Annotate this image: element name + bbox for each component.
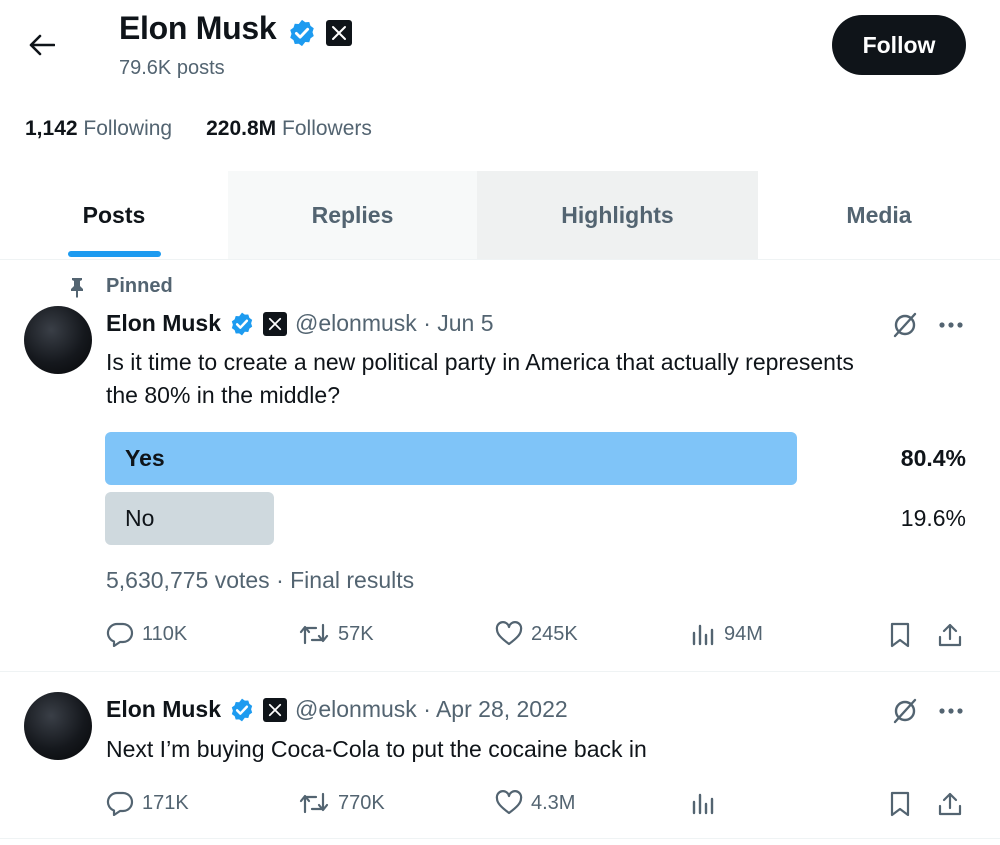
x-affiliation-icon [326,20,352,46]
pinned-label: Pinned [106,275,173,297]
grok-icon[interactable] [888,694,922,728]
share-icon [938,792,962,816]
post-divider [0,671,1000,672]
profile-badges [287,18,352,48]
x-affiliation-icon [263,311,288,336]
repost-count: 57K [338,622,374,645]
repost-icon [299,792,329,814]
like-count: 245K [531,622,578,645]
post-header: Elon Musk @elonmusk · Jun 5 [106,310,494,337]
more-options-icon[interactable] [934,694,968,728]
post-text-line: the 80% in the middle? [106,382,340,408]
post-divider [0,838,1000,839]
post-handle-date[interactable]: @elonmusk · Jun 5 [295,310,494,337]
avatar[interactable] [24,692,92,760]
post-text: Next I’m buying Coca-Cola to put the coc… [106,736,647,762]
poll-option-percent: 19.6% [900,505,966,531]
view-count: 94M [724,622,763,645]
views-chart-icon [692,793,714,815]
repost-icon [299,623,329,645]
more-options-icon[interactable] [934,308,968,342]
back-button[interactable] [22,28,62,62]
x-affiliation-icon [263,697,288,722]
bookmark-icon [890,622,910,648]
reply-count: 171K [142,791,189,814]
share-button[interactable] [936,789,964,819]
heart-icon [495,790,523,815]
followers-count: 220.8M [206,117,277,140]
poll-option-label: No [125,505,155,531]
reply-button[interactable]: 110K [106,621,187,647]
views-button[interactable]: 94M [690,621,763,647]
tab-replies[interactable]: Replies [228,171,477,259]
bookmark-icon [890,791,910,817]
tab-media[interactable]: Media [758,171,1000,259]
bookmark-button[interactable] [886,789,914,819]
tab-highlights[interactable]: Highlights [477,171,758,259]
post-author-name[interactable]: Elon Musk [106,310,221,337]
post-author-name[interactable]: Elon Musk [106,696,221,723]
post-handle-date[interactable]: @elonmusk · Apr 28, 2022 [295,696,568,723]
bookmark-button[interactable] [886,620,914,650]
profile-name: Elon Musk [119,10,277,46]
followers-label: Followers [282,117,372,140]
post-text-line: Is it time to create a new political par… [106,349,854,375]
repost-button[interactable]: 770K [298,790,385,816]
reply-icon [106,791,134,816]
poll-option-bar-yes [105,432,797,485]
share-icon [938,623,962,647]
like-count: 4.3M [531,791,576,814]
following-link[interactable]: 1,142 Following [25,117,172,141]
pin-icon [66,276,88,303]
following-count: 1,142 [25,117,78,140]
active-tab-indicator [68,251,161,257]
post-text: Is it time to create a new political par… [106,346,854,412]
tabs-divider [0,259,1000,260]
follow-stats: 1,142 Following 220.8M Followers [25,117,372,141]
post-count: 79.6K posts [119,57,225,79]
reply-count: 110K [142,622,188,645]
reply-button[interactable]: 171K [106,790,189,816]
share-button[interactable] [936,620,964,650]
poll-footer: 5,630,775 votes · Final results [106,567,415,593]
grok-icon[interactable] [888,308,922,342]
verified-badge-icon [231,312,253,335]
repost-count: 770K [338,791,385,814]
arrow-left-icon [29,34,55,56]
following-label: Following [83,117,173,140]
poll-option-label: Yes [125,445,165,471]
verified-badge-icon [290,19,314,47]
avatar[interactable] [24,306,92,374]
followers-link[interactable]: 220.8M Followers [206,117,372,141]
reply-icon [106,622,134,647]
repost-button[interactable]: 57K [298,621,374,647]
views-button[interactable] [690,790,724,816]
verified-badge-icon [231,698,253,721]
follow-button[interactable]: Follow [832,15,966,75]
post-header: Elon Musk @elonmusk · Apr 28, 2022 [106,696,568,723]
poll-option-percent: 80.4% [900,445,966,471]
views-chart-icon [692,624,714,646]
tab-posts[interactable]: Posts [0,171,228,259]
heart-icon [495,621,523,646]
like-button[interactable]: 245K [495,621,578,647]
like-button[interactable]: 4.3M [495,790,575,816]
